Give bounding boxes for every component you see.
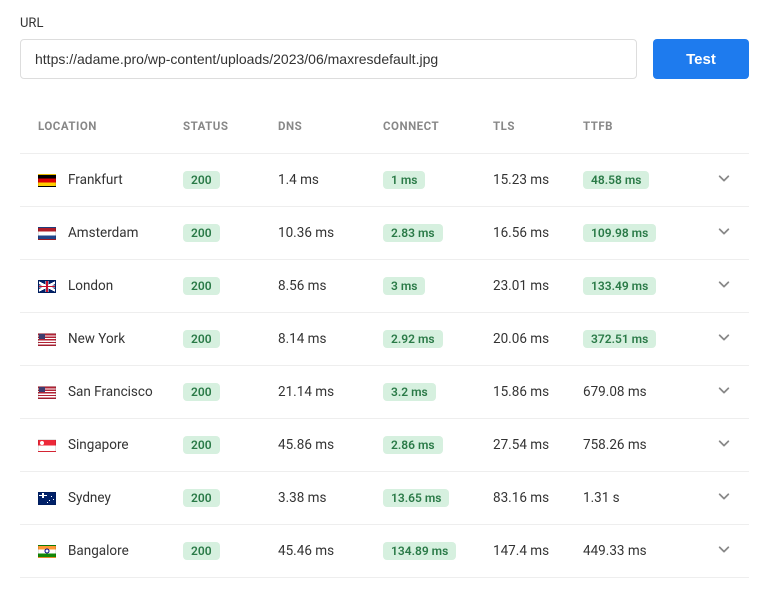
flag-icon [38, 227, 56, 240]
dns-value: 8.56 ms [270, 260, 375, 313]
header-status: STATUS [175, 109, 270, 154]
chevron-down-icon [717, 544, 731, 560]
expand-row-button[interactable] [705, 525, 749, 578]
expand-row-button[interactable] [705, 472, 749, 525]
chevron-down-icon [717, 226, 731, 242]
location-name: Sydney [68, 490, 111, 506]
ttfb-badge: 372.51 ms [583, 330, 656, 348]
chevron-down-icon [717, 279, 731, 295]
connect-badge: 1 ms [383, 171, 425, 189]
expand-row-button[interactable] [705, 419, 749, 472]
chevron-down-icon [717, 332, 731, 348]
status-badge: 200 [183, 171, 220, 189]
header-tls: TLS [485, 109, 575, 154]
chevron-down-icon [717, 491, 731, 507]
dns-value: 1.4 ms [270, 154, 375, 207]
dns-value: 21.14 ms [270, 366, 375, 419]
tls-value: 147.4 ms [485, 525, 575, 578]
flag-icon [38, 333, 56, 346]
tls-value: 15.23 ms [485, 154, 575, 207]
location-name: Frankfurt [68, 172, 123, 188]
table-row: Bangalore 200 45.46 ms 134.89 ms 147.4 ms 449… [20, 525, 749, 578]
connect-badge: 2.86 ms [383, 436, 443, 454]
connect-badge: 3 ms [383, 277, 425, 295]
tls-value: 15.86 ms [485, 366, 575, 419]
ttfb-value: 449.33 ms [583, 543, 647, 559]
header-ttfb: TTFB [575, 109, 705, 154]
ttfb-badge: 48.58 ms [583, 171, 649, 189]
flag-icon [38, 386, 56, 399]
dns-value: 45.86 ms [270, 419, 375, 472]
table-row: New York 200 8.14 ms 2.92 ms 20.06 ms 372.51 … [20, 313, 749, 366]
location-name: Bangalore [68, 543, 129, 559]
chevron-down-icon [717, 173, 731, 189]
connect-badge: 13.65 ms [383, 489, 449, 507]
flag-icon [38, 174, 56, 187]
connect-badge: 2.83 ms [383, 224, 443, 242]
status-badge: 200 [183, 436, 220, 454]
tls-value: 20.06 ms [485, 313, 575, 366]
expand-row-button[interactable] [705, 207, 749, 260]
results-table: LOCATION STATUS DNS CONNECT TLS TTFB Fra… [20, 109, 749, 578]
expand-row-button[interactable] [705, 260, 749, 313]
flag-icon [38, 545, 56, 558]
location-name: London [68, 278, 113, 294]
location-name: Amsterdam [68, 225, 138, 241]
status-badge: 200 [183, 277, 220, 295]
tls-value: 16.56 ms [485, 207, 575, 260]
flag-icon [38, 280, 56, 293]
dns-value: 45.46 ms [270, 525, 375, 578]
location-name: New York [68, 331, 125, 347]
expand-row-button[interactable] [705, 154, 749, 207]
tls-value: 23.01 ms [485, 260, 575, 313]
ttfb-value: 758.26 ms [583, 437, 647, 453]
url-input[interactable] [20, 39, 637, 79]
status-badge: 200 [183, 542, 220, 560]
chevron-down-icon [717, 438, 731, 454]
header-location: LOCATION [20, 109, 175, 154]
dns-value: 10.36 ms [270, 207, 375, 260]
ttfb-value: 679.08 ms [583, 384, 647, 400]
connect-badge: 2.92 ms [383, 330, 443, 348]
chevron-down-icon [717, 385, 731, 401]
connect-badge: 3.2 ms [383, 383, 436, 401]
table-row: Frankfurt 200 1.4 ms 1 ms 15.23 ms 48.58 ms [20, 154, 749, 207]
flag-icon [38, 439, 56, 452]
dns-value: 3.38 ms [270, 472, 375, 525]
status-badge: 200 [183, 330, 220, 348]
ttfb-badge: 109.98 ms [583, 224, 656, 242]
tls-value: 83.16 ms [485, 472, 575, 525]
tls-value: 27.54 ms [485, 419, 575, 472]
test-button[interactable]: Test [653, 39, 749, 79]
dns-value: 8.14 ms [270, 313, 375, 366]
expand-row-button[interactable] [705, 313, 749, 366]
ttfb-badge: 133.49 ms [583, 277, 656, 295]
table-row: Singapore 200 45.86 ms 2.86 ms 27.54 ms 758.2… [20, 419, 749, 472]
status-badge: 200 [183, 383, 220, 401]
connect-badge: 134.89 ms [383, 542, 456, 560]
location-name: San Francisco [68, 384, 153, 400]
table-row: Sydney 200 3.38 ms 13.65 ms 83.16 ms 1.31 s [20, 472, 749, 525]
table-row: Amsterdam 200 10.36 ms 2.83 ms 16.56 ms 109.9… [20, 207, 749, 260]
location-name: Singapore [68, 437, 129, 453]
flag-icon [38, 492, 56, 505]
table-row: London 200 8.56 ms 3 ms 23.01 ms 133.49 ms [20, 260, 749, 313]
url-label: URL [20, 16, 749, 31]
expand-row-button[interactable] [705, 366, 749, 419]
status-badge: 200 [183, 489, 220, 507]
ttfb-value: 1.31 s [583, 490, 620, 506]
status-badge: 200 [183, 224, 220, 242]
header-dns: DNS [270, 109, 375, 154]
table-row: San Francisco 200 21.14 ms 3.2 ms 15.86 ms 67… [20, 366, 749, 419]
header-connect: CONNECT [375, 109, 485, 154]
